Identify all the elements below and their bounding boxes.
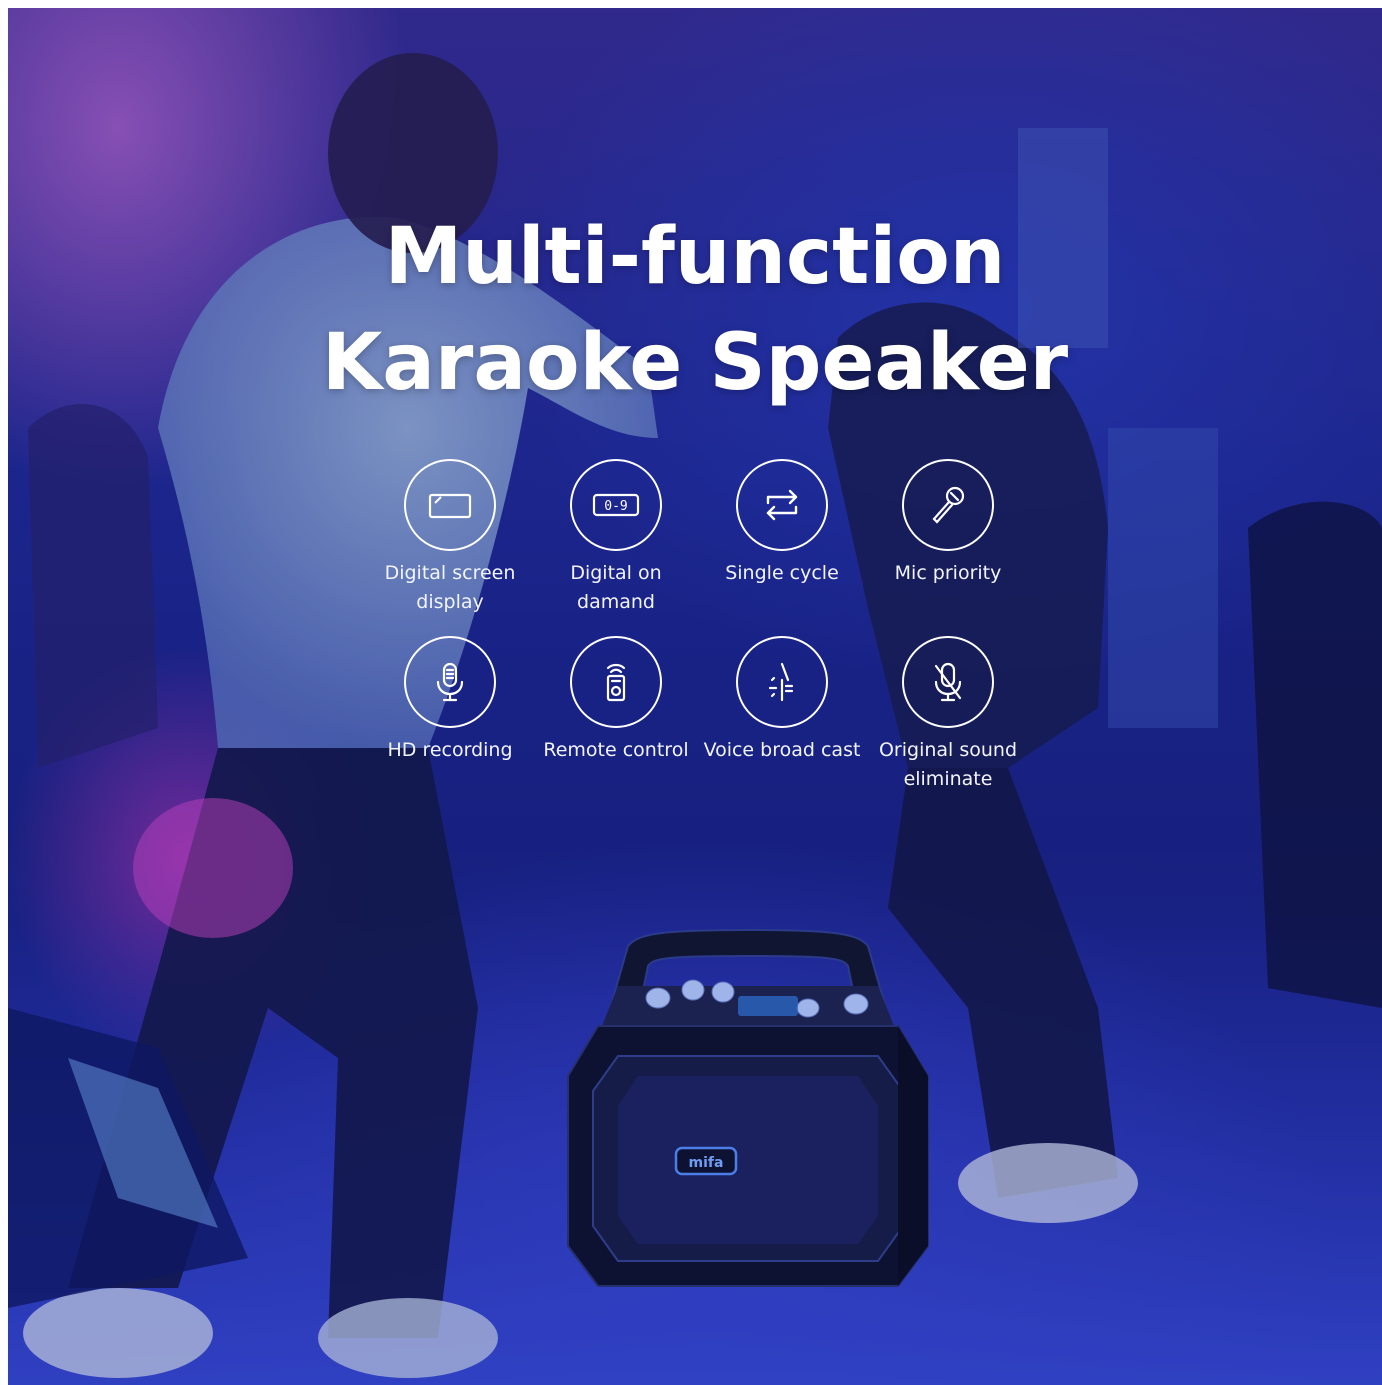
svg-text:0-9: 0-9 bbox=[604, 499, 627, 514]
feature-single-cycle: Single cycle bbox=[697, 459, 867, 588]
hero-image: mifa Multi-function Karaoke Speaker Digi… bbox=[8, 8, 1382, 1385]
feature-label: Original sound eliminate bbox=[878, 739, 1018, 790]
feature-label: HD recording bbox=[387, 739, 513, 761]
feature-label: Digital on damand bbox=[570, 562, 662, 613]
digital-numbers-icon: 0-9 bbox=[570, 459, 662, 551]
feature-voice-broadcast: Voice broad cast bbox=[697, 636, 867, 765]
feature-label: Mic priority bbox=[894, 562, 1002, 584]
repeat-icon bbox=[736, 459, 828, 551]
feature-grid: Digital screen display 0-9 Digital on da… bbox=[8, 8, 1382, 1385]
digital-screen-icon bbox=[404, 459, 496, 551]
microphone-icon bbox=[902, 459, 994, 551]
muted-mic-icon bbox=[902, 636, 994, 728]
voice-broadcast-icon bbox=[736, 636, 828, 728]
feature-remote-control: Remote control bbox=[531, 636, 701, 765]
feature-digital-screen-display: Digital screen display bbox=[365, 459, 535, 617]
recording-mic-icon bbox=[404, 636, 496, 728]
feature-label: Voice broad cast bbox=[703, 739, 861, 761]
remote-control-icon bbox=[570, 636, 662, 728]
feature-hd-recording: HD recording bbox=[365, 636, 535, 765]
feature-digital-on-demand: 0-9 Digital on damand bbox=[531, 459, 701, 617]
feature-label: Digital screen display bbox=[384, 562, 516, 613]
feature-label: Remote control bbox=[543, 739, 689, 761]
feature-original-sound-eliminate: Original sound eliminate bbox=[863, 636, 1033, 794]
feature-mic-priority: Mic priority bbox=[863, 459, 1033, 588]
feature-label: Single cycle bbox=[725, 562, 839, 584]
